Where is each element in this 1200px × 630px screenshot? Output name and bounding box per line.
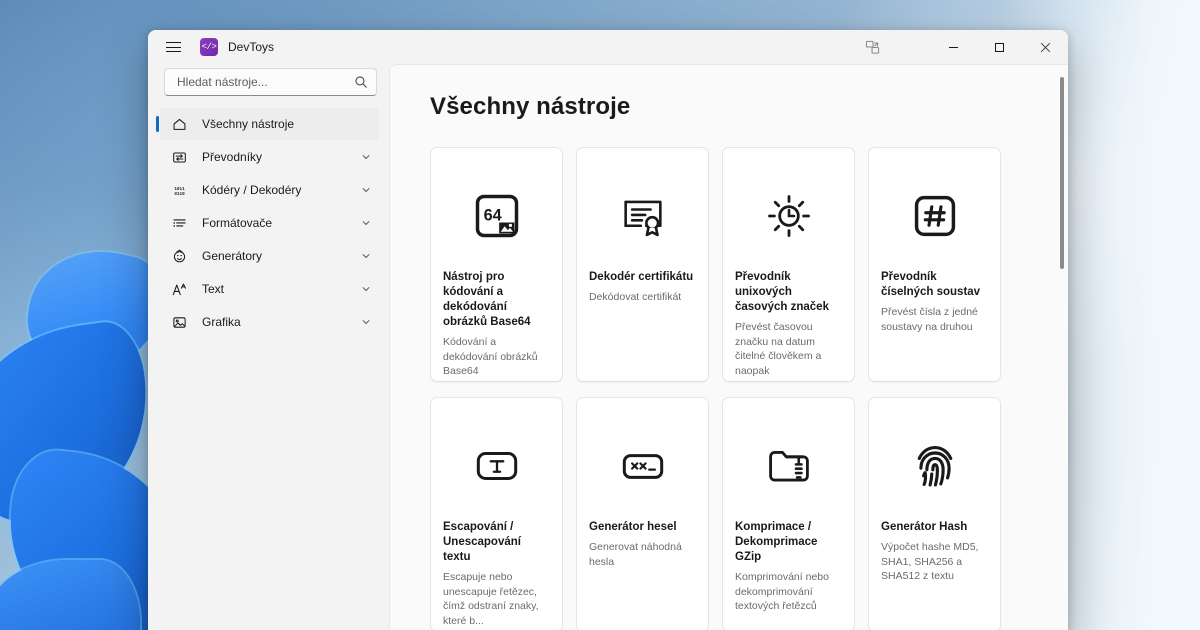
sidebar-item-label: Text bbox=[202, 282, 225, 296]
content-pane: Všechny nástroje 64 Nástroj pro kódování… bbox=[389, 64, 1068, 630]
title-bar: </> DevToys bbox=[148, 30, 1068, 64]
home-icon bbox=[170, 115, 188, 133]
scrollbar-thumb[interactable] bbox=[1060, 77, 1064, 269]
tool-card-hash-generator[interactable]: Generátor Hash Výpočet hashe MD5, SHA1, … bbox=[868, 397, 1001, 630]
graphics-icon bbox=[170, 313, 188, 331]
zip-folder-icon bbox=[735, 412, 842, 520]
tool-card-title: Převodník unixových časových značek bbox=[735, 271, 829, 313]
tool-card-title: Generátor Hash bbox=[881, 521, 968, 533]
certificate-icon bbox=[589, 162, 696, 270]
tool-card-title: Komprimace / Dekomprimace GZip bbox=[735, 521, 818, 563]
tool-card-number-base-converter[interactable]: Převodník číselných soustav Převést čísl… bbox=[868, 147, 1001, 382]
wallpaper-petal bbox=[0, 560, 140, 630]
sidebar-item-formatters[interactable]: Formátovače bbox=[160, 207, 379, 239]
chevron-down-icon[interactable] bbox=[361, 317, 371, 327]
tool-card-title: Generátor hesel bbox=[589, 521, 677, 533]
chevron-down-icon[interactable] bbox=[361, 218, 371, 228]
sidebar-item-generators[interactable]: Generátory bbox=[160, 240, 379, 272]
sidebar-item-label: Kódéry / Dekodéry bbox=[202, 183, 302, 197]
svg-text:64: 64 bbox=[483, 206, 501, 224]
format-icon bbox=[170, 214, 188, 232]
search-icon bbox=[355, 76, 367, 88]
app-title: DevToys bbox=[228, 40, 275, 54]
app-logo-icon: </> bbox=[200, 38, 218, 56]
sidebar-item-label: Grafika bbox=[202, 315, 241, 329]
close-button[interactable] bbox=[1022, 30, 1068, 64]
tool-card-description: Kódování a dekódování obrázků Base64 bbox=[443, 336, 538, 377]
tool-card-certificate-decoder[interactable]: Dekodér certifikátu Dekódovat certifikát bbox=[576, 147, 709, 382]
chevron-down-icon[interactable] bbox=[361, 185, 371, 195]
maximize-button[interactable] bbox=[976, 30, 1022, 64]
tool-card-title: Převodník číselných soustav bbox=[881, 271, 981, 298]
sidebar-item-converters[interactable]: Převodníky bbox=[160, 141, 379, 173]
window-body: Všechny nástroje Převodníky bbox=[148, 64, 1068, 630]
svg-text:0110: 0110 bbox=[174, 191, 185, 196]
search-box[interactable] bbox=[164, 68, 377, 96]
binary-icon: 1011 0110 bbox=[170, 181, 188, 199]
tool-card-title: Nástroj pro kódování a dekódování obrázk… bbox=[443, 271, 531, 328]
hash-square-icon bbox=[881, 162, 988, 270]
search-input[interactable] bbox=[175, 74, 354, 90]
chevron-down-icon[interactable] bbox=[361, 152, 371, 162]
sidebar-item-label: Všechny nástroje bbox=[202, 117, 295, 131]
tool-card-description: Převést časovou značku na datum čitelné … bbox=[735, 321, 822, 377]
tool-card-description: Komprimování nebo dekomprimování textový… bbox=[735, 571, 829, 612]
hamburger-menu-icon[interactable] bbox=[154, 32, 192, 62]
tool-card-title: Escapování / Unescapování textu bbox=[443, 521, 521, 563]
base64-image-icon: 64 bbox=[443, 162, 550, 270]
tool-card-title: Dekodér certifikátu bbox=[589, 271, 694, 283]
sidebar-item-all-tools[interactable]: Všechny nástroje bbox=[156, 108, 379, 140]
tool-card-description: Generovat náhodná hesla bbox=[589, 541, 682, 568]
sidebar-item-label: Převodníky bbox=[202, 150, 263, 164]
tool-card-text-escape[interactable]: Escapování / Unescapování textu Escapuje… bbox=[430, 397, 563, 630]
tool-card-gzip[interactable]: Komprimace / Dekomprimace GZip Komprimov… bbox=[722, 397, 855, 630]
password-icon bbox=[589, 412, 696, 520]
generators-icon bbox=[170, 247, 188, 265]
sidebar-item-label: Formátovače bbox=[202, 216, 273, 230]
devtoys-window: </> DevToys Hledat nástroje... Všechny n… bbox=[148, 30, 1068, 630]
timestamp-clock-icon bbox=[735, 162, 842, 270]
tool-card-description: Výpočet hashe MD5, SHA1, SHA256 a SHA512… bbox=[881, 541, 979, 582]
minimize-button[interactable] bbox=[930, 30, 976, 64]
tool-card-description: Escapuje nebo unescapuje řetězec, čímž o… bbox=[443, 571, 539, 627]
sidebar-item-encoders-decoders[interactable]: 1011 0110 Kódéry / Dekodéry bbox=[160, 174, 379, 206]
text-escape-icon bbox=[443, 412, 550, 520]
sidebar-item-label: Generátory bbox=[202, 249, 263, 263]
tool-card-unix-timestamp[interactable]: Převodník unixových časových značek Přev… bbox=[722, 147, 855, 382]
fingerprint-icon bbox=[881, 412, 988, 520]
sidebar-item-text[interactable]: Text bbox=[160, 273, 379, 305]
compact-overlay-icon[interactable] bbox=[854, 32, 890, 62]
tools-grid: 64 Nástroj pro kódování a dekódování obr… bbox=[430, 147, 1024, 630]
tool-card-base64-image[interactable]: 64 Nástroj pro kódování a dekódování obr… bbox=[430, 147, 563, 382]
desktop-wallpaper: </> DevToys Hledat nástroje... Všechny n… bbox=[0, 0, 1200, 630]
tool-card-password-generator[interactable]: Generátor hesel Generovat náhodná hesla bbox=[576, 397, 709, 630]
chevron-down-icon[interactable] bbox=[361, 284, 371, 294]
text-icon bbox=[170, 280, 188, 298]
sidebar-item-graphics[interactable]: Grafika bbox=[160, 306, 379, 338]
tool-card-description: Dekódovat certifikát bbox=[589, 291, 682, 303]
sidebar: Všechny nástroje Převodníky bbox=[148, 64, 389, 630]
tool-card-description: Převést čísla z jedné soustavy na druhou bbox=[881, 306, 978, 333]
chevron-down-icon[interactable] bbox=[361, 251, 371, 261]
converters-icon bbox=[170, 148, 188, 166]
page-title: Všechny nástroje bbox=[430, 93, 631, 120]
content-scrollbar[interactable] bbox=[1060, 77, 1064, 597]
